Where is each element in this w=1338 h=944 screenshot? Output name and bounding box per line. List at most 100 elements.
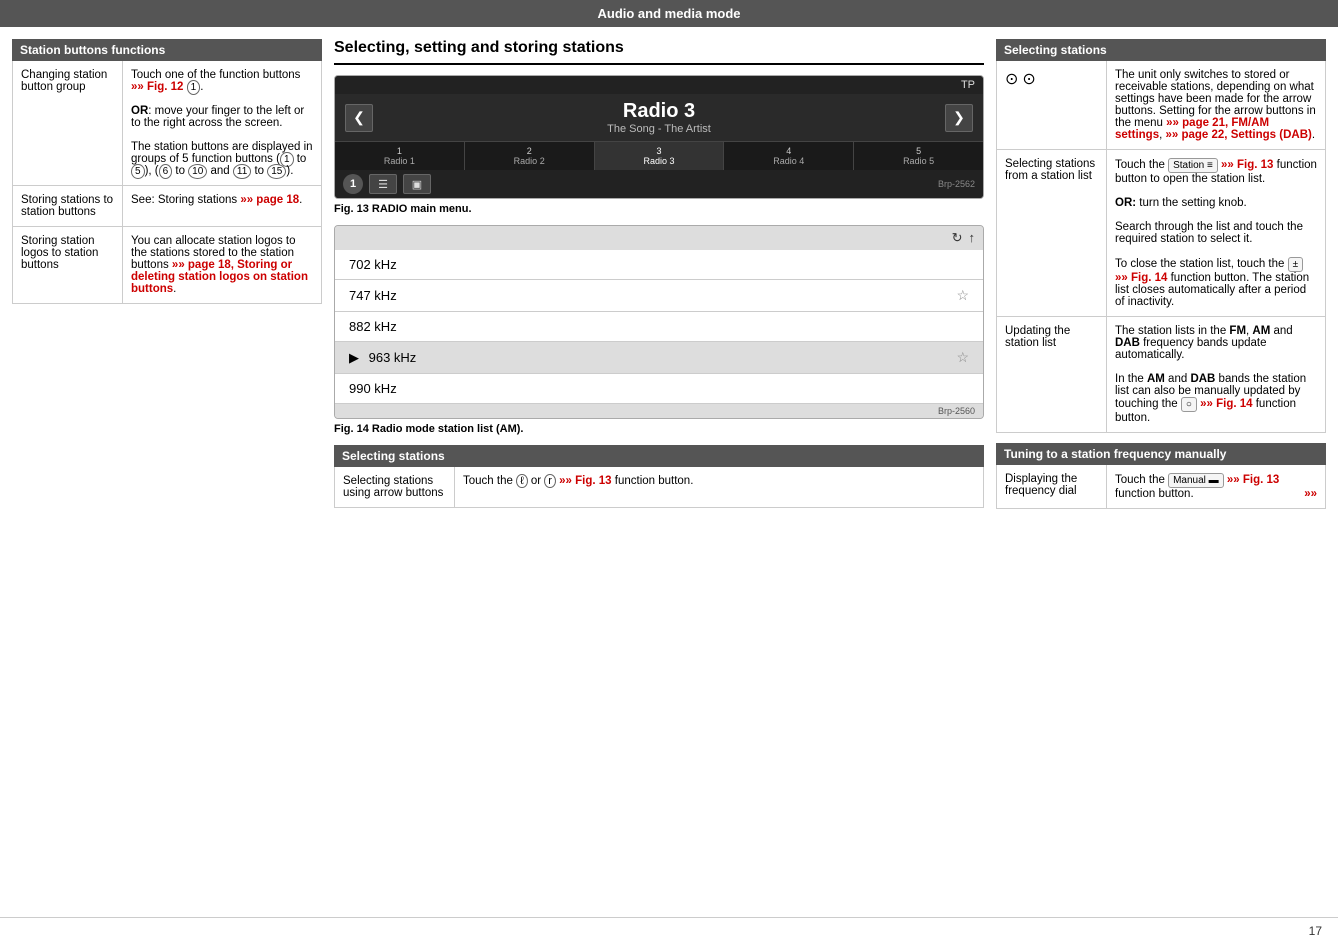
cell-left-changing: Changing sta­tion button group <box>13 61 123 185</box>
artist-name: The Song - The Artist <box>607 123 711 135</box>
next-arrow-button[interactable]: ❯ <box>945 104 973 132</box>
station-btn-3[interactable]: 3 Radio 3 <box>595 142 725 170</box>
fig13-link-r[interactable]: »» Fig. 13 <box>1221 159 1273 171</box>
cell-right-changing: Touch one of the function buttons »» Fig… <box>123 61 321 185</box>
freq-747: 747 kHz <box>349 288 397 303</box>
dab-link[interactable]: »» page 22, Settings (DAB) <box>1165 129 1311 141</box>
station-btn-5[interactable]: 5 Radio 5 <box>854 142 983 170</box>
cell-right-storing: See: Storing stations »» page 18. <box>123 186 321 226</box>
right-tuning: Tuning to a station frequency manually D… <box>996 443 1326 509</box>
sel-fig13-link[interactable]: »» Fig. 13 <box>559 475 611 487</box>
page-footer: 17 <box>0 917 1338 944</box>
update-btn-inline: ○ <box>1181 397 1197 412</box>
station-btn-4[interactable]: 4 Radio 4 <box>724 142 854 170</box>
left-column: Station buttons functions Changing sta­t… <box>12 39 322 905</box>
star-963: ☆ <box>956 349 969 366</box>
right-row-freq: Displaying the frequency dial Touch the … <box>997 465 1325 508</box>
sel-stations-header: Selecting stations <box>334 445 984 467</box>
sel-left-arrow: Selecting stations using arrow buttons <box>335 467 455 507</box>
fig14-caption: Fig. 14 Radio mode station list (AM). <box>334 423 984 435</box>
menu-icon-btn[interactable]: ☰ <box>369 174 397 194</box>
right-tuning-table: Displaying the frequency dial Touch the … <box>996 465 1326 509</box>
middle-title: Selecting, setting and storing stations <box>334 39 984 65</box>
page-title: Audio and media mode <box>597 6 740 21</box>
freq-702: 702 kHz <box>349 257 397 272</box>
close-btn-inline: ± <box>1288 257 1304 272</box>
brp-code2: Brp-2560 <box>335 404 983 418</box>
left-section-header: Station buttons functions <box>12 39 322 61</box>
right-tuning-header: Tuning to a station frequency manually <box>996 443 1326 465</box>
station-name: Radio 3 <box>607 100 711 123</box>
right-sel-header: Selecting stations <box>996 39 1326 61</box>
brp-code: Brp-2562 <box>938 179 975 189</box>
cell-right-logos: You can allocate station logos to the st… <box>123 227 321 303</box>
right-left-freq: Displaying the frequency dial <box>997 465 1107 508</box>
middle-column: Selecting, setting and storing stations … <box>334 39 984 905</box>
station-item-963[interactable]: ▶ 963 kHz ☆ <box>335 342 983 374</box>
station-buttons-table: Changing sta­tion button group Touch one… <box>12 61 322 304</box>
right-left-icons: ⊙⊙ <box>997 61 1107 149</box>
sel-row: Selecting stations using arrow buttons T… <box>335 467 983 507</box>
right-left-list: Selecting stations from a station list <box>997 150 1107 316</box>
circle-num-1: 1 <box>343 174 363 194</box>
logos-link[interactable]: »» page 18, Storing or deleting station … <box>131 259 308 295</box>
display-icon-btn[interactable]: ▣ <box>403 174 431 194</box>
station-item-990[interactable]: 990 kHz <box>335 374 983 404</box>
table-row: Changing sta­tion button group Touch one… <box>13 61 321 186</box>
more-link[interactable]: »» <box>1304 488 1317 500</box>
main-content: Station buttons functions Changing sta­t… <box>0 27 1338 917</box>
station-buttons-row: 1 Radio 1 2 Radio 2 3 Radio 3 4 Radio 4 … <box>335 141 983 170</box>
radio-bottom-bar: 1 ☰ ▣ Brp-2562 <box>335 170 983 198</box>
freq-990: 990 kHz <box>349 381 397 396</box>
sel-stations-table: Selecting stations using arrow buttons T… <box>334 467 984 508</box>
station-item-702[interactable]: 702 kHz <box>335 250 983 280</box>
right-right-list: Touch the Station ≡ »» Fig. 13 function … <box>1107 150 1325 316</box>
fig13-link-tuning[interactable]: »» Fig. 13 <box>1227 474 1279 486</box>
freq-882: 882 kHz <box>349 319 397 334</box>
prev-arrow-button[interactable]: ❮ <box>345 104 373 132</box>
right-right-freq: Touch the Manual ▬ »» Fig. 13 function b… <box>1107 465 1325 508</box>
fig14-label: Fig. 14 <box>334 423 369 435</box>
fig12-link[interactable]: »» Fig. 12 <box>131 81 183 93</box>
station-list-ui: ↻ ↑ 702 kHz 747 kHz ☆ 882 kHz ▶ 963 kHz … <box>334 225 984 419</box>
refresh-icon[interactable]: ↻ <box>952 230 963 246</box>
right-row-update: Updating the station list The station li… <box>997 317 1325 432</box>
tp-label: TP <box>961 79 975 91</box>
station-info: Radio 3 The Song - The Artist <box>607 100 711 135</box>
station-item-747[interactable]: 747 kHz ☆ <box>335 280 983 312</box>
right-row-arrows: ⊙⊙ The unit only switches to stored or r… <box>997 61 1325 150</box>
page-number: 17 <box>1309 924 1322 938</box>
station-list-top-bar: ↻ ↑ <box>335 226 983 250</box>
right-row-list: Selecting stations from a station list T… <box>997 150 1325 317</box>
radio-middle: ❮ Radio 3 The Song - The Artist ❯ <box>335 94 983 141</box>
right-sel-table: ⊙⊙ The unit only switches to stored or r… <box>996 61 1326 433</box>
cell-left-storing: Storing stations to station buttons <box>13 186 123 226</box>
station-btn-1[interactable]: 1 Radio 1 <box>335 142 465 170</box>
star-747: ☆ <box>956 287 969 304</box>
cell-left-logos: Storing station logos to station buttons <box>13 227 123 303</box>
storing-link[interactable]: »» page 18 <box>240 194 299 206</box>
right-selecting-stations: Selecting stations ⊙⊙ The unit only swit… <box>996 39 1326 433</box>
fig13-caption: Fig. 13 RADIO main menu. <box>334 203 984 215</box>
right-left-update: Updating the station list <box>997 317 1107 432</box>
bottom-bar-left: 1 ☰ ▣ <box>343 174 431 194</box>
fig14-link-r[interactable]: »» Fig. 14 <box>1115 272 1167 284</box>
right-right-arrows: The unit only switches to stored or rece… <box>1107 61 1325 149</box>
fig14-link-r2[interactable]: »» Fig. 14 <box>1200 398 1252 410</box>
manual-btn-inline: Manual ▬ <box>1168 473 1224 488</box>
radio-top-bar: TP <box>335 76 983 94</box>
freq-963: ▶ 963 kHz <box>349 350 416 366</box>
table-row: Storing station logos to station buttons… <box>13 227 321 303</box>
fig13-label: Fig. 13 <box>334 203 369 215</box>
right-right-update: The station lists in the FM, AM and DAB … <box>1107 317 1325 432</box>
play-icon: ▶ <box>349 350 359 365</box>
right-column: Selecting stations ⊙⊙ The unit only swit… <box>996 39 1326 905</box>
sel-right-arrow: Touch the ℓ or r »» Fig. 13 function but… <box>455 467 983 507</box>
station-btn-2[interactable]: 2 Radio 2 <box>465 142 595 170</box>
close-icon[interactable]: ↑ <box>969 230 976 246</box>
station-item-882[interactable]: 882 kHz <box>335 312 983 342</box>
station-btn-inline: Station ≡ <box>1168 158 1218 173</box>
page-header: Audio and media mode <box>0 0 1338 27</box>
radio-ui-fig13: TP ❮ Radio 3 The Song - The Artist ❯ 1 R… <box>334 75 984 199</box>
table-row: Storing stations to station buttons See:… <box>13 186 321 227</box>
